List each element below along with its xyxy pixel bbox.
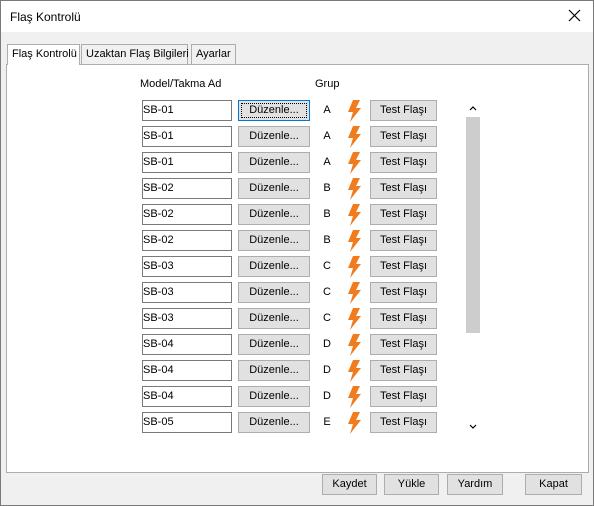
- scroll-thumb[interactable]: [466, 117, 480, 333]
- group-label: C: [323, 312, 331, 324]
- model-name-field[interactable]: SB-04: [142, 386, 232, 407]
- edit-button[interactable]: Düzenle...: [238, 178, 310, 199]
- flash-icon: [348, 230, 361, 252]
- model-name-field[interactable]: SB-02: [142, 204, 232, 225]
- model-name-field[interactable]: SB-03: [142, 256, 232, 277]
- tab-remote-flash-info[interactable]: Uzaktan Flaş Bilgileri: [81, 44, 189, 64]
- model-name-field[interactable]: SB-05: [142, 412, 232, 433]
- flash-icon: [348, 256, 361, 278]
- model-name-field[interactable]: SB-04: [142, 360, 232, 381]
- flash-icon: [348, 126, 361, 148]
- model-name-field[interactable]: SB-03: [142, 282, 232, 303]
- edit-button[interactable]: Düzenle...: [238, 230, 310, 251]
- model-name-field[interactable]: SB-03: [142, 308, 232, 329]
- edit-button[interactable]: Düzenle...: [238, 152, 310, 173]
- edit-button[interactable]: Düzenle...: [238, 100, 310, 121]
- flash-row: SB-03 Düzenle... C Test Flaşı: [7, 256, 588, 278]
- column-header-group: Grup: [315, 78, 340, 90]
- test-flash-button[interactable]: Test Flaşı: [370, 178, 437, 199]
- flash-icon: [348, 334, 361, 356]
- edit-button[interactable]: Düzenle...: [238, 334, 310, 355]
- model-name-field[interactable]: SB-01: [142, 152, 232, 173]
- flash-icon: [348, 204, 361, 226]
- close-icon: [568, 9, 581, 22]
- model-name-field[interactable]: SB-01: [142, 100, 232, 121]
- group-label: D: [323, 390, 331, 402]
- group-label: A: [323, 130, 331, 142]
- edit-button[interactable]: Düzenle...: [238, 256, 310, 277]
- save-button[interactable]: Kaydet: [322, 474, 377, 495]
- flash-row: SB-03 Düzenle... C Test Flaşı: [7, 308, 588, 330]
- flash-icon: [348, 100, 361, 122]
- edit-button[interactable]: Düzenle...: [238, 126, 310, 147]
- group-label: C: [323, 286, 331, 298]
- test-flash-button[interactable]: Test Flaşı: [370, 230, 437, 251]
- flash-row: SB-01 Düzenle... A Test Flaşı: [7, 100, 588, 122]
- flash-icon: [348, 282, 361, 304]
- window-title: Flaş Kontrolü: [10, 10, 81, 24]
- flash-row: SB-01 Düzenle... A Test Flaşı: [7, 152, 588, 174]
- model-name-field[interactable]: SB-02: [142, 178, 232, 199]
- flash-row: SB-04 Düzenle... D Test Flaşı: [7, 360, 588, 382]
- flash-icon: [348, 178, 361, 200]
- edit-button[interactable]: Düzenle...: [238, 204, 310, 225]
- chevron-up-icon: [469, 106, 477, 111]
- group-label: D: [323, 338, 331, 350]
- flash-icon: [348, 386, 361, 408]
- flash-icon: [348, 308, 361, 330]
- test-flash-button[interactable]: Test Flaşı: [370, 100, 437, 121]
- group-label: A: [323, 104, 331, 116]
- load-button[interactable]: Yükle: [384, 474, 439, 495]
- group-label: C: [323, 260, 331, 272]
- scroll-up-button[interactable]: [466, 101, 480, 115]
- edit-button[interactable]: Düzenle...: [238, 412, 310, 433]
- group-label: B: [323, 234, 331, 246]
- vertical-scrollbar[interactable]: [466, 101, 480, 434]
- test-flash-button[interactable]: Test Flaşı: [370, 412, 437, 433]
- test-flash-button[interactable]: Test Flaşı: [370, 308, 437, 329]
- tab-flash-control[interactable]: Flaş Kontrolü: [7, 44, 80, 65]
- flash-row: SB-02 Düzenle... B Test Flaşı: [7, 230, 588, 252]
- column-header-name: Model/Takma Ad: [140, 78, 222, 90]
- group-label: E: [323, 416, 331, 428]
- edit-button[interactable]: Düzenle...: [238, 360, 310, 381]
- edit-button[interactable]: Düzenle...: [238, 386, 310, 407]
- flash-icon: [348, 360, 361, 382]
- model-name-field[interactable]: SB-01: [142, 126, 232, 147]
- flash-icon: [348, 412, 361, 434]
- chevron-down-icon: [469, 424, 477, 429]
- group-label: D: [323, 364, 331, 376]
- close-window-button[interactable]: [563, 4, 587, 28]
- edit-button[interactable]: Düzenle...: [238, 282, 310, 303]
- test-flash-button[interactable]: Test Flaşı: [370, 282, 437, 303]
- flash-row: SB-01 Düzenle... A Test Flaşı: [7, 126, 588, 148]
- title-bar: Flaş Kontrolü: [1, 1, 593, 32]
- test-flash-button[interactable]: Test Flaşı: [370, 386, 437, 407]
- flash-control-panel: Model/Takma Ad Grup SB-01 Düzenle... A Test…: [6, 64, 589, 473]
- help-button[interactable]: Yardım: [447, 474, 503, 495]
- group-label: B: [323, 182, 331, 194]
- test-flash-button[interactable]: Test Flaşı: [370, 126, 437, 147]
- group-label: B: [323, 208, 331, 220]
- tab-settings[interactable]: Ayarlar: [191, 44, 236, 64]
- close-button[interactable]: Kapat: [525, 474, 582, 495]
- flash-row: SB-02 Düzenle... B Test Flaşı: [7, 204, 588, 226]
- test-flash-button[interactable]: Test Flaşı: [370, 256, 437, 277]
- scroll-down-button[interactable]: [466, 420, 480, 434]
- test-flash-button[interactable]: Test Flaşı: [370, 152, 437, 173]
- flash-row: SB-04 Düzenle... D Test Flaşı: [7, 334, 588, 356]
- model-name-field[interactable]: SB-02: [142, 230, 232, 251]
- flash-row: SB-05 Düzenle... E Test Flaşı: [7, 412, 588, 434]
- test-flash-button[interactable]: Test Flaşı: [370, 334, 437, 355]
- model-name-field[interactable]: SB-04: [142, 334, 232, 355]
- flash-icon: [348, 152, 361, 174]
- test-flash-button[interactable]: Test Flaşı: [370, 204, 437, 225]
- flash-row: SB-04 Düzenle... D Test Flaşı: [7, 386, 588, 408]
- test-flash-button[interactable]: Test Flaşı: [370, 360, 437, 381]
- edit-button[interactable]: Düzenle...: [238, 308, 310, 329]
- flash-row: SB-03 Düzenle... C Test Flaşı: [7, 282, 588, 304]
- group-label: A: [323, 156, 331, 168]
- flash-control-window: Flaş Kontrolü Flaş Kontrolü Uzaktan Flaş…: [0, 0, 594, 506]
- flash-row: SB-02 Düzenle... B Test Flaşı: [7, 178, 588, 200]
